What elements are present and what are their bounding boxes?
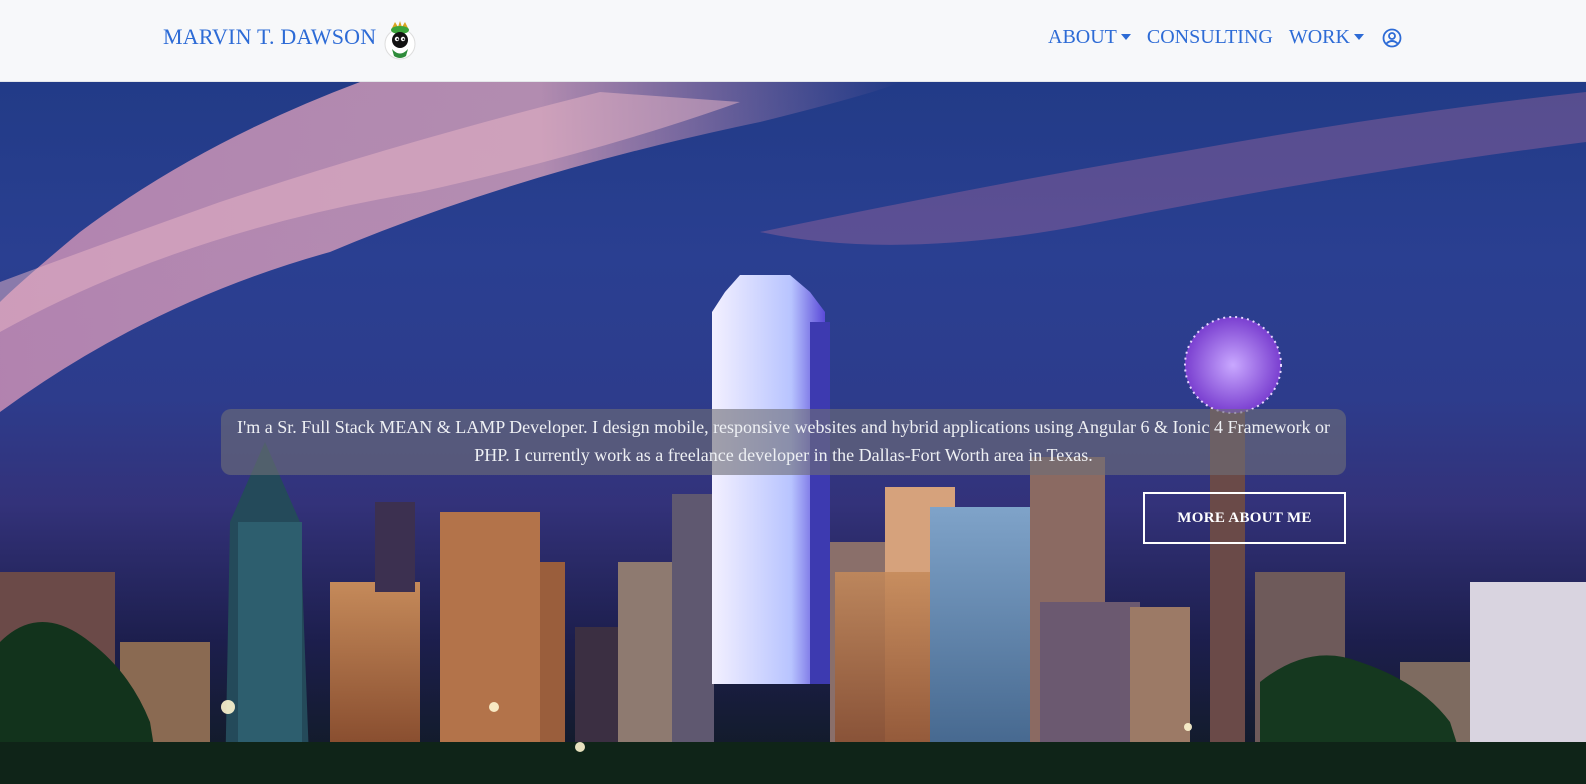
navbar: MARVIN T. DAWSON ABOUT CONSULTING WORK bbox=[0, 0, 1586, 82]
chevron-down-icon bbox=[1353, 33, 1364, 40]
chevron-down-icon bbox=[1120, 33, 1131, 40]
intro-text: I'm a Sr. Full Stack MEAN & LAMP Develop… bbox=[221, 409, 1346, 475]
nav-work-label: WORK bbox=[1288, 26, 1350, 48]
main-nav: ABOUT CONSULTING WORK bbox=[1048, 26, 1402, 49]
brand-link[interactable]: MARVIN T. DAWSON bbox=[163, 24, 376, 50]
nav-consulting-label: CONSULTING bbox=[1146, 26, 1273, 48]
more-about-me-button[interactable]: MORE ABOUT ME bbox=[1143, 492, 1346, 544]
nav-about-label: ABOUT bbox=[1048, 26, 1117, 48]
nav-about[interactable]: ABOUT bbox=[1048, 26, 1131, 49]
nav-consulting[interactable]: CONSULTING bbox=[1147, 26, 1273, 49]
nav-work[interactable]: WORK bbox=[1289, 26, 1364, 49]
hero-section: I'm a Sr. Full Stack MEAN & LAMP Develop… bbox=[0, 82, 1586, 784]
user-circle-icon[interactable] bbox=[1382, 28, 1402, 48]
marvin-martian-logo-icon[interactable] bbox=[382, 18, 418, 62]
